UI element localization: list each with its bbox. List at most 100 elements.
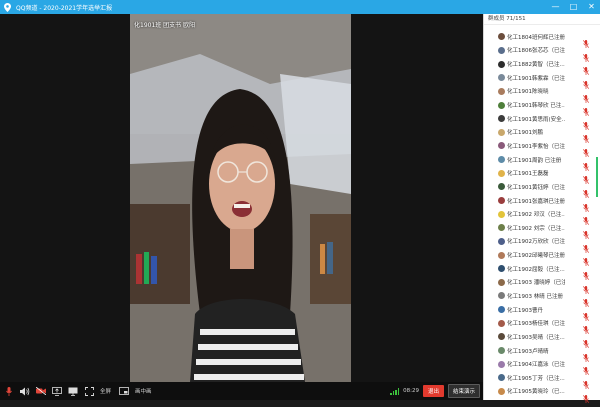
mic-muted-icon[interactable] (583, 238, 589, 253)
mic-muted-icon[interactable] (583, 347, 589, 362)
monitor-icon[interactable] (68, 386, 78, 396)
mic-muted-icon[interactable] (583, 319, 589, 335)
member-item[interactable]: 化工1903杨佳琪（已注... (484, 316, 600, 335)
member-item[interactable]: 化工1901黄钰婷（已注... (484, 180, 600, 199)
fullscreen-icon[interactable] (84, 386, 94, 396)
avatar (498, 87, 505, 95)
end-presentation-button[interactable]: 结束演示 (447, 384, 480, 398)
mic-muted-icon[interactable] (583, 169, 589, 185)
video-caption: 化1901班 团支书 欧阳 (134, 22, 196, 29)
mic-muted-icon[interactable] (583, 128, 589, 144)
mic-muted-icon[interactable] (583, 88, 589, 103)
members-panel: 群成员 71/151 化工1804班何辉已注册 化工1806张芯芯（已注... 化工… (483, 14, 600, 403)
member-item[interactable]: 化工1902万欣欣（已注... (484, 235, 600, 253)
location-pin-icon (3, 2, 12, 12)
minimize-button[interactable]: — (551, 0, 560, 14)
close-button[interactable]: ✕ (587, 0, 596, 14)
mic-muted-icon[interactable] (583, 279, 589, 294)
mic-muted-icon[interactable] (583, 47, 589, 62)
mic-muted-icon[interactable] (583, 33, 589, 48)
mic-muted-icon[interactable] (583, 374, 589, 390)
avatar (498, 74, 505, 82)
mic-muted-icon[interactable] (583, 265, 589, 280)
mic-muted-icon[interactable] (583, 197, 589, 212)
mic-muted-icon[interactable] (583, 60, 589, 76)
title-bar: QQ频道 - 2020-2021学年选举汇报 — □ ✕ (0, 0, 600, 14)
member-name: 化工1804班何辉已注册 (507, 34, 565, 41)
mic-muted-icon[interactable] (583, 292, 589, 308)
member-name: 化工1901韩紫霖（已注... (507, 75, 565, 82)
member-item[interactable]: 化工1901张嘉琪已注册... (484, 194, 600, 212)
avatar (498, 169, 505, 177)
member-item[interactable]: 化工1901陈晓晓 (484, 85, 600, 103)
member-item[interactable]: 化工1905丁芳（已注... (484, 371, 600, 390)
avatar (498, 224, 505, 232)
member-item[interactable]: 化工1804班何辉已注册 (484, 30, 600, 48)
member-name: 化工1901周韵 已注册 (507, 157, 562, 164)
member-item[interactable]: 化工1901王磊磊 (484, 166, 600, 185)
pip-icon[interactable] (119, 386, 129, 396)
member-item[interactable]: 化工1902邱曦琴已注册... (484, 248, 600, 267)
camera-off-icon[interactable] (36, 386, 46, 396)
member-name: 化工1903卢晴晴 (507, 348, 549, 355)
member-name: 化工1806张芯芯（已注... (507, 48, 565, 55)
member-item[interactable]: 化工1901李紫怡（已注... (484, 139, 600, 158)
microphone-icon[interactable] (4, 386, 14, 396)
member-item[interactable]: 化工1905黄晓玲（已... (484, 385, 600, 403)
mic-muted-icon[interactable] (583, 183, 589, 199)
member-item[interactable]: 化工1903 林晴 已注册 (484, 289, 600, 308)
bottom-toolbar: 全屏 画中画 08:29 退出 结束演示 (0, 382, 483, 400)
member-list-scrollbar[interactable] (596, 157, 598, 197)
mic-muted-icon[interactable] (583, 74, 589, 89)
mic-muted-icon[interactable] (583, 360, 589, 376)
video-stage: 化1901班 团支书 欧阳 (0, 14, 483, 382)
member-item[interactable]: 化工1904江嘉泳（已注... (484, 357, 600, 376)
avatar (498, 210, 505, 218)
avatar (498, 101, 505, 109)
member-item[interactable]: 化工1903 潘晓婷（已注... (484, 276, 600, 294)
member-item[interactable]: 化工1902屈毅（已注... (484, 262, 600, 280)
mic-muted-icon[interactable] (583, 306, 589, 321)
member-name: 化工1903杨佳琪（已注... (507, 321, 565, 328)
mic-muted-icon[interactable] (583, 142, 589, 158)
pip-label[interactable]: 画中画 (135, 387, 152, 395)
video-feed[interactable]: 化1901班 团支书 欧阳 (130, 14, 351, 382)
member-item[interactable]: 化工1901周韵 已注册 (484, 153, 600, 171)
avatar (498, 128, 505, 136)
mic-muted-icon[interactable] (583, 101, 589, 117)
maximize-button[interactable]: □ (569, 0, 578, 14)
member-item[interactable]: 化工1902 刘宗（已注... (484, 221, 600, 239)
mic-muted-icon[interactable] (583, 156, 589, 171)
avatar (498, 387, 505, 395)
mic-muted-icon[interactable] (583, 224, 589, 239)
avatar (498, 156, 505, 164)
member-item[interactable]: 化工1901韩紫霖（已注... (484, 71, 600, 89)
member-item[interactable]: 化工1901黄思雨(安全... (484, 112, 600, 130)
mic-muted-icon[interactable] (583, 333, 589, 349)
member-name: 化工1901黄思雨(安全... (507, 116, 565, 123)
member-name: 化工1901张嘉琪已注册... (507, 198, 565, 205)
member-item[interactable]: 化工1901韩琴欣 已注... (484, 98, 600, 117)
members-count: 群成员 71/151 (484, 14, 600, 25)
member-item[interactable]: 化工1903曹丹 (484, 303, 600, 321)
share-screen-icon[interactable] (52, 386, 62, 396)
member-name: 化工1901刘鹏 (507, 130, 543, 137)
member-item[interactable]: 化工1901刘鹏 (484, 125, 600, 144)
member-item[interactable]: 化工1903卢晴晴 (484, 344, 600, 362)
member-item[interactable]: 化工1882黄智（已注... (484, 57, 600, 76)
avatar (498, 278, 505, 286)
member-item[interactable]: 化工1806张芯芯（已注... (484, 44, 600, 62)
member-item[interactable]: 化工1903吴晴（已注... (484, 330, 600, 349)
leave-button[interactable]: 退出 (422, 385, 444, 397)
member-name: 化工1902 邓汉（已注... (507, 212, 565, 219)
call-duration: 08:29 (403, 388, 419, 394)
speaker-icon[interactable] (20, 386, 30, 396)
mic-muted-icon[interactable] (583, 251, 589, 267)
mic-muted-icon[interactable] (583, 210, 589, 226)
avatar (498, 237, 505, 245)
member-list[interactable]: 化工1804班何辉已注册 化工1806张芯芯（已注... 化工1882黄智（已注..… (484, 30, 600, 403)
fullscreen-label[interactable]: 全屏 (100, 387, 111, 395)
mic-muted-icon[interactable] (583, 115, 589, 130)
member-item[interactable]: 化工1902 邓汉（已注... (484, 207, 600, 226)
mic-muted-icon[interactable] (583, 388, 589, 403)
